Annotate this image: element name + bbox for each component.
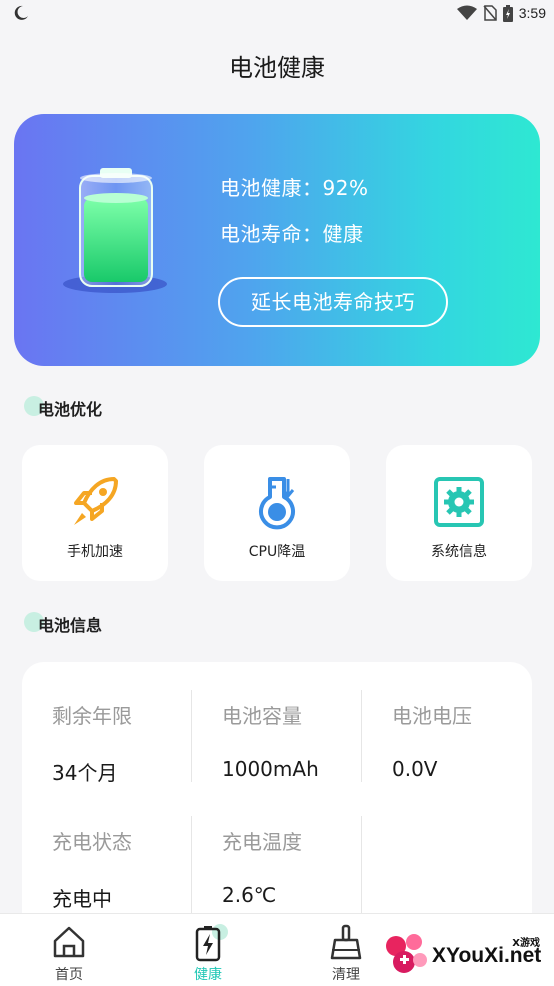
- info-cell-remaining: 剩余年限 34个月: [52, 700, 222, 786]
- info-value: 充电中: [52, 887, 112, 911]
- watermark-text: XYouXi.net: [432, 944, 542, 967]
- settings-icon: [434, 477, 484, 527]
- optimize-section-label: 电池优化: [38, 400, 103, 419]
- battery-illustration: [63, 168, 167, 293]
- info-label: 电池电压: [392, 704, 472, 728]
- clock: 3:59: [518, 5, 546, 21]
- watermark-logo-icon: [386, 934, 427, 973]
- info-cell-capacity: 电池容量 1000mAh: [222, 700, 392, 781]
- nav-item-clean[interactable]: 清理: [306, 914, 386, 986]
- page-title: 电池健康: [229, 54, 325, 82]
- battery-tips-button[interactable]: 延长电池寿命技巧: [218, 277, 448, 327]
- system-info-button[interactable]: 系统信息: [386, 445, 532, 581]
- divider: [191, 690, 192, 782]
- divider: [361, 816, 362, 916]
- info-section-title: 电池信息: [24, 612, 102, 636]
- info-label: 充电状态: [52, 830, 132, 854]
- status-bar: 3:59: [0, 0, 554, 26]
- nav-item-home[interactable]: 首页: [29, 914, 109, 986]
- cpu-cool-label: CPU降温: [248, 544, 306, 560]
- info-cell-charging-temp: 充电温度 2.6℃: [222, 826, 392, 907]
- boost-label: 手机加速: [67, 544, 123, 560]
- divider: [361, 690, 362, 782]
- info-cell-voltage: 电池电压 0.0V: [392, 700, 554, 781]
- info-label: 剩余年限: [52, 704, 132, 728]
- info-value: 2.6℃: [222, 883, 277, 907]
- nav-label: 清理: [332, 967, 360, 983]
- battery-health-card: 电池健康：92% 电池寿命：健康 延长电池寿命技巧: [14, 114, 540, 366]
- cpu-cool-button[interactable]: CPU降温: [204, 445, 350, 581]
- rocket-icon: [74, 477, 118, 525]
- wifi-icon: [456, 5, 477, 20]
- moon-icon: [14, 5, 28, 20]
- optimize-section-title: 电池优化: [24, 396, 102, 420]
- info-value: 0.0V: [392, 757, 438, 781]
- battery-status-icon: [502, 4, 513, 22]
- no-sim-icon: [483, 5, 497, 21]
- info-value: 34个月: [52, 761, 118, 785]
- info-label: 充电温度: [222, 830, 302, 854]
- broom-icon: [330, 924, 362, 960]
- battery-life-text: 电池寿命：健康: [220, 222, 364, 246]
- battery-icon: [195, 924, 228, 962]
- boost-button[interactable]: 手机加速: [22, 445, 168, 581]
- info-section-label: 电池信息: [38, 616, 103, 635]
- nav-label: 健康: [194, 967, 222, 983]
- home-icon: [53, 926, 85, 958]
- divider: [191, 816, 192, 916]
- battery-health-text: 电池健康：92%: [220, 176, 369, 200]
- thermometer-icon: [259, 477, 295, 530]
- nav-label: 首页: [55, 967, 83, 983]
- system-info-label: 系统信息: [431, 544, 487, 560]
- info-label: 电池容量: [222, 704, 302, 728]
- watermark: X游戏 XYouXi.net: [382, 918, 552, 984]
- nav-item-health[interactable]: 健康: [168, 914, 248, 986]
- info-cell-charging-state: 充电状态 充电中: [52, 826, 222, 912]
- info-value: 1000mAh: [222, 757, 319, 781]
